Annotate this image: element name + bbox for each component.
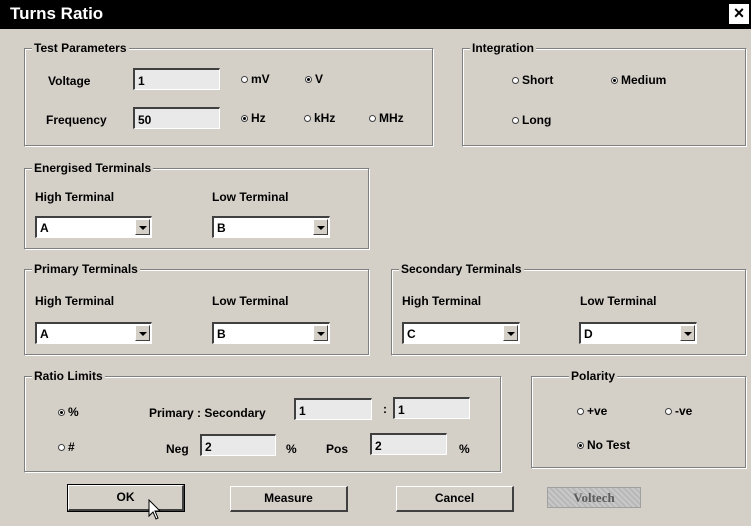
frequency-unit-khz[interactable]: kHz — [304, 111, 335, 125]
primary-low-label: Low Terminal — [212, 294, 289, 308]
close-icon[interactable]: × — [729, 4, 749, 24]
frequency-label: Frequency — [46, 113, 107, 127]
neg-unit: % — [286, 442, 297, 456]
polarity-legend: Polarity — [569, 369, 618, 383]
primary-terminals-legend: Primary Terminals — [32, 262, 140, 276]
ratio-secondary-input[interactable] — [393, 397, 470, 419]
pos-limit-input[interactable] — [370, 433, 447, 455]
polarity-group — [531, 376, 747, 469]
primary-secondary-label: Primary : Secondary — [149, 406, 266, 420]
ratio-primary-input[interactable] — [294, 398, 372, 420]
ratio-limits-legend: Ratio Limits — [32, 369, 105, 383]
cancel-button[interactable]: Cancel — [396, 486, 514, 512]
secondary-low-select[interactable]: D — [579, 322, 697, 344]
secondary-high-select[interactable]: C — [402, 322, 520, 344]
secondary-high-label: High Terminal — [402, 294, 482, 308]
ratio-mode-percent[interactable]: % — [58, 405, 79, 419]
integration-short[interactable]: Short — [512, 73, 553, 87]
polarity-positive[interactable]: +ve — [577, 404, 607, 418]
voltage-label: Voltage — [48, 74, 91, 88]
radio-icon — [512, 77, 519, 84]
integration-legend: Integration — [470, 41, 536, 55]
integration-long[interactable]: Long — [512, 113, 551, 127]
test-parameters-group — [24, 48, 434, 147]
integration-medium[interactable]: Medium — [611, 73, 666, 87]
radio-selected-icon — [611, 77, 618, 84]
radio-icon — [58, 444, 65, 451]
chevron-down-icon[interactable] — [503, 325, 518, 341]
ok-button[interactable]: OK — [67, 484, 185, 512]
radio-icon — [304, 115, 311, 122]
radio-icon — [369, 115, 376, 122]
frequency-input[interactable] — [133, 107, 220, 129]
secondary-terminals-legend: Secondary Terminals — [399, 262, 524, 276]
polarity-no-test[interactable]: No Test — [577, 438, 630, 452]
voltech-logo: Voltech — [547, 487, 641, 508]
neg-limit-input[interactable] — [200, 434, 276, 456]
neg-label: Neg — [166, 442, 189, 456]
ratio-limits-group — [24, 376, 502, 473]
energised-high-select[interactable]: A — [35, 216, 152, 238]
energised-high-label: High Terminal — [35, 190, 115, 204]
energised-terminals-legend: Energised Terminals — [32, 161, 154, 175]
ratio-colon: : — [383, 402, 387, 416]
integration-group — [462, 48, 747, 147]
pos-unit: % — [459, 442, 470, 456]
frequency-unit-mhz[interactable]: MHz — [369, 111, 404, 125]
chevron-down-icon[interactable] — [313, 219, 328, 235]
radio-icon — [512, 117, 519, 124]
energised-low-select[interactable]: B — [212, 216, 330, 238]
chevron-down-icon[interactable] — [680, 325, 695, 341]
radio-icon — [665, 408, 672, 415]
ratio-mode-hash[interactable]: # — [58, 440, 75, 454]
radio-icon — [577, 408, 584, 415]
pos-label: Pos — [326, 442, 349, 456]
test-parameters-legend: Test Parameters — [32, 41, 129, 55]
radio-icon — [241, 76, 248, 83]
primary-high-label: High Terminal — [35, 294, 115, 308]
polarity-negative[interactable]: -ve — [665, 404, 692, 418]
mouse-pointer-icon — [148, 499, 162, 520]
chevron-down-icon[interactable] — [313, 325, 328, 341]
voltage-input[interactable] — [133, 68, 220, 90]
radio-selected-icon — [305, 76, 312, 83]
voltage-unit-v[interactable]: V — [305, 72, 323, 86]
chevron-down-icon[interactable] — [135, 219, 150, 235]
frequency-unit-hz[interactable]: Hz — [241, 111, 266, 125]
radio-selected-icon — [241, 115, 248, 122]
title-bar[interactable]: Turns Ratio × — [0, 0, 751, 29]
chevron-down-icon[interactable] — [135, 325, 150, 341]
window-title: Turns Ratio — [10, 4, 104, 23]
secondary-low-label: Low Terminal — [580, 294, 657, 308]
voltage-unit-mv[interactable]: mV — [241, 72, 270, 86]
radio-selected-icon — [577, 442, 584, 449]
energised-low-label: Low Terminal — [212, 190, 289, 204]
radio-selected-icon — [58, 409, 65, 416]
primary-low-select[interactable]: B — [212, 322, 330, 344]
measure-button[interactable]: Measure — [230, 486, 348, 512]
primary-high-select[interactable]: A — [35, 322, 152, 344]
